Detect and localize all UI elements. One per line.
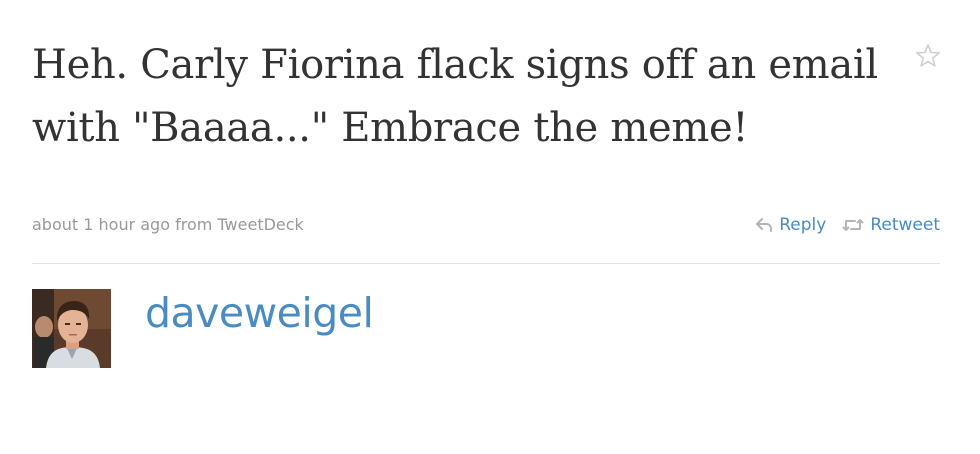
reply-label: Reply (779, 215, 827, 235)
favorite-star-icon[interactable] (914, 42, 942, 70)
reply-button[interactable]: Reply (755, 215, 826, 235)
tweet-meta: about 1 hour ago from TweetDeck (32, 215, 304, 235)
author-screen-name[interactable]: daveweigel (145, 286, 374, 340)
retweet-button[interactable]: Retweet (842, 215, 940, 235)
divider (32, 263, 940, 264)
reply-arrow-icon (756, 218, 773, 232)
timestamp[interactable]: about 1 hour ago (32, 215, 170, 234)
tweet-text: Heh. Carly Fiorina flack signs off an em… (32, 42, 878, 151)
tweet-actions: Reply Retweet (755, 215, 940, 235)
source-link[interactable]: TweetDeck (217, 215, 303, 234)
retweet-label: Retweet (870, 215, 940, 235)
from-label: from (175, 215, 213, 234)
avatar[interactable] (32, 289, 111, 368)
tweet-card: Heh. Carly Fiorina flack signs off an em… (0, 0, 980, 454)
retweet-icon (842, 219, 864, 231)
